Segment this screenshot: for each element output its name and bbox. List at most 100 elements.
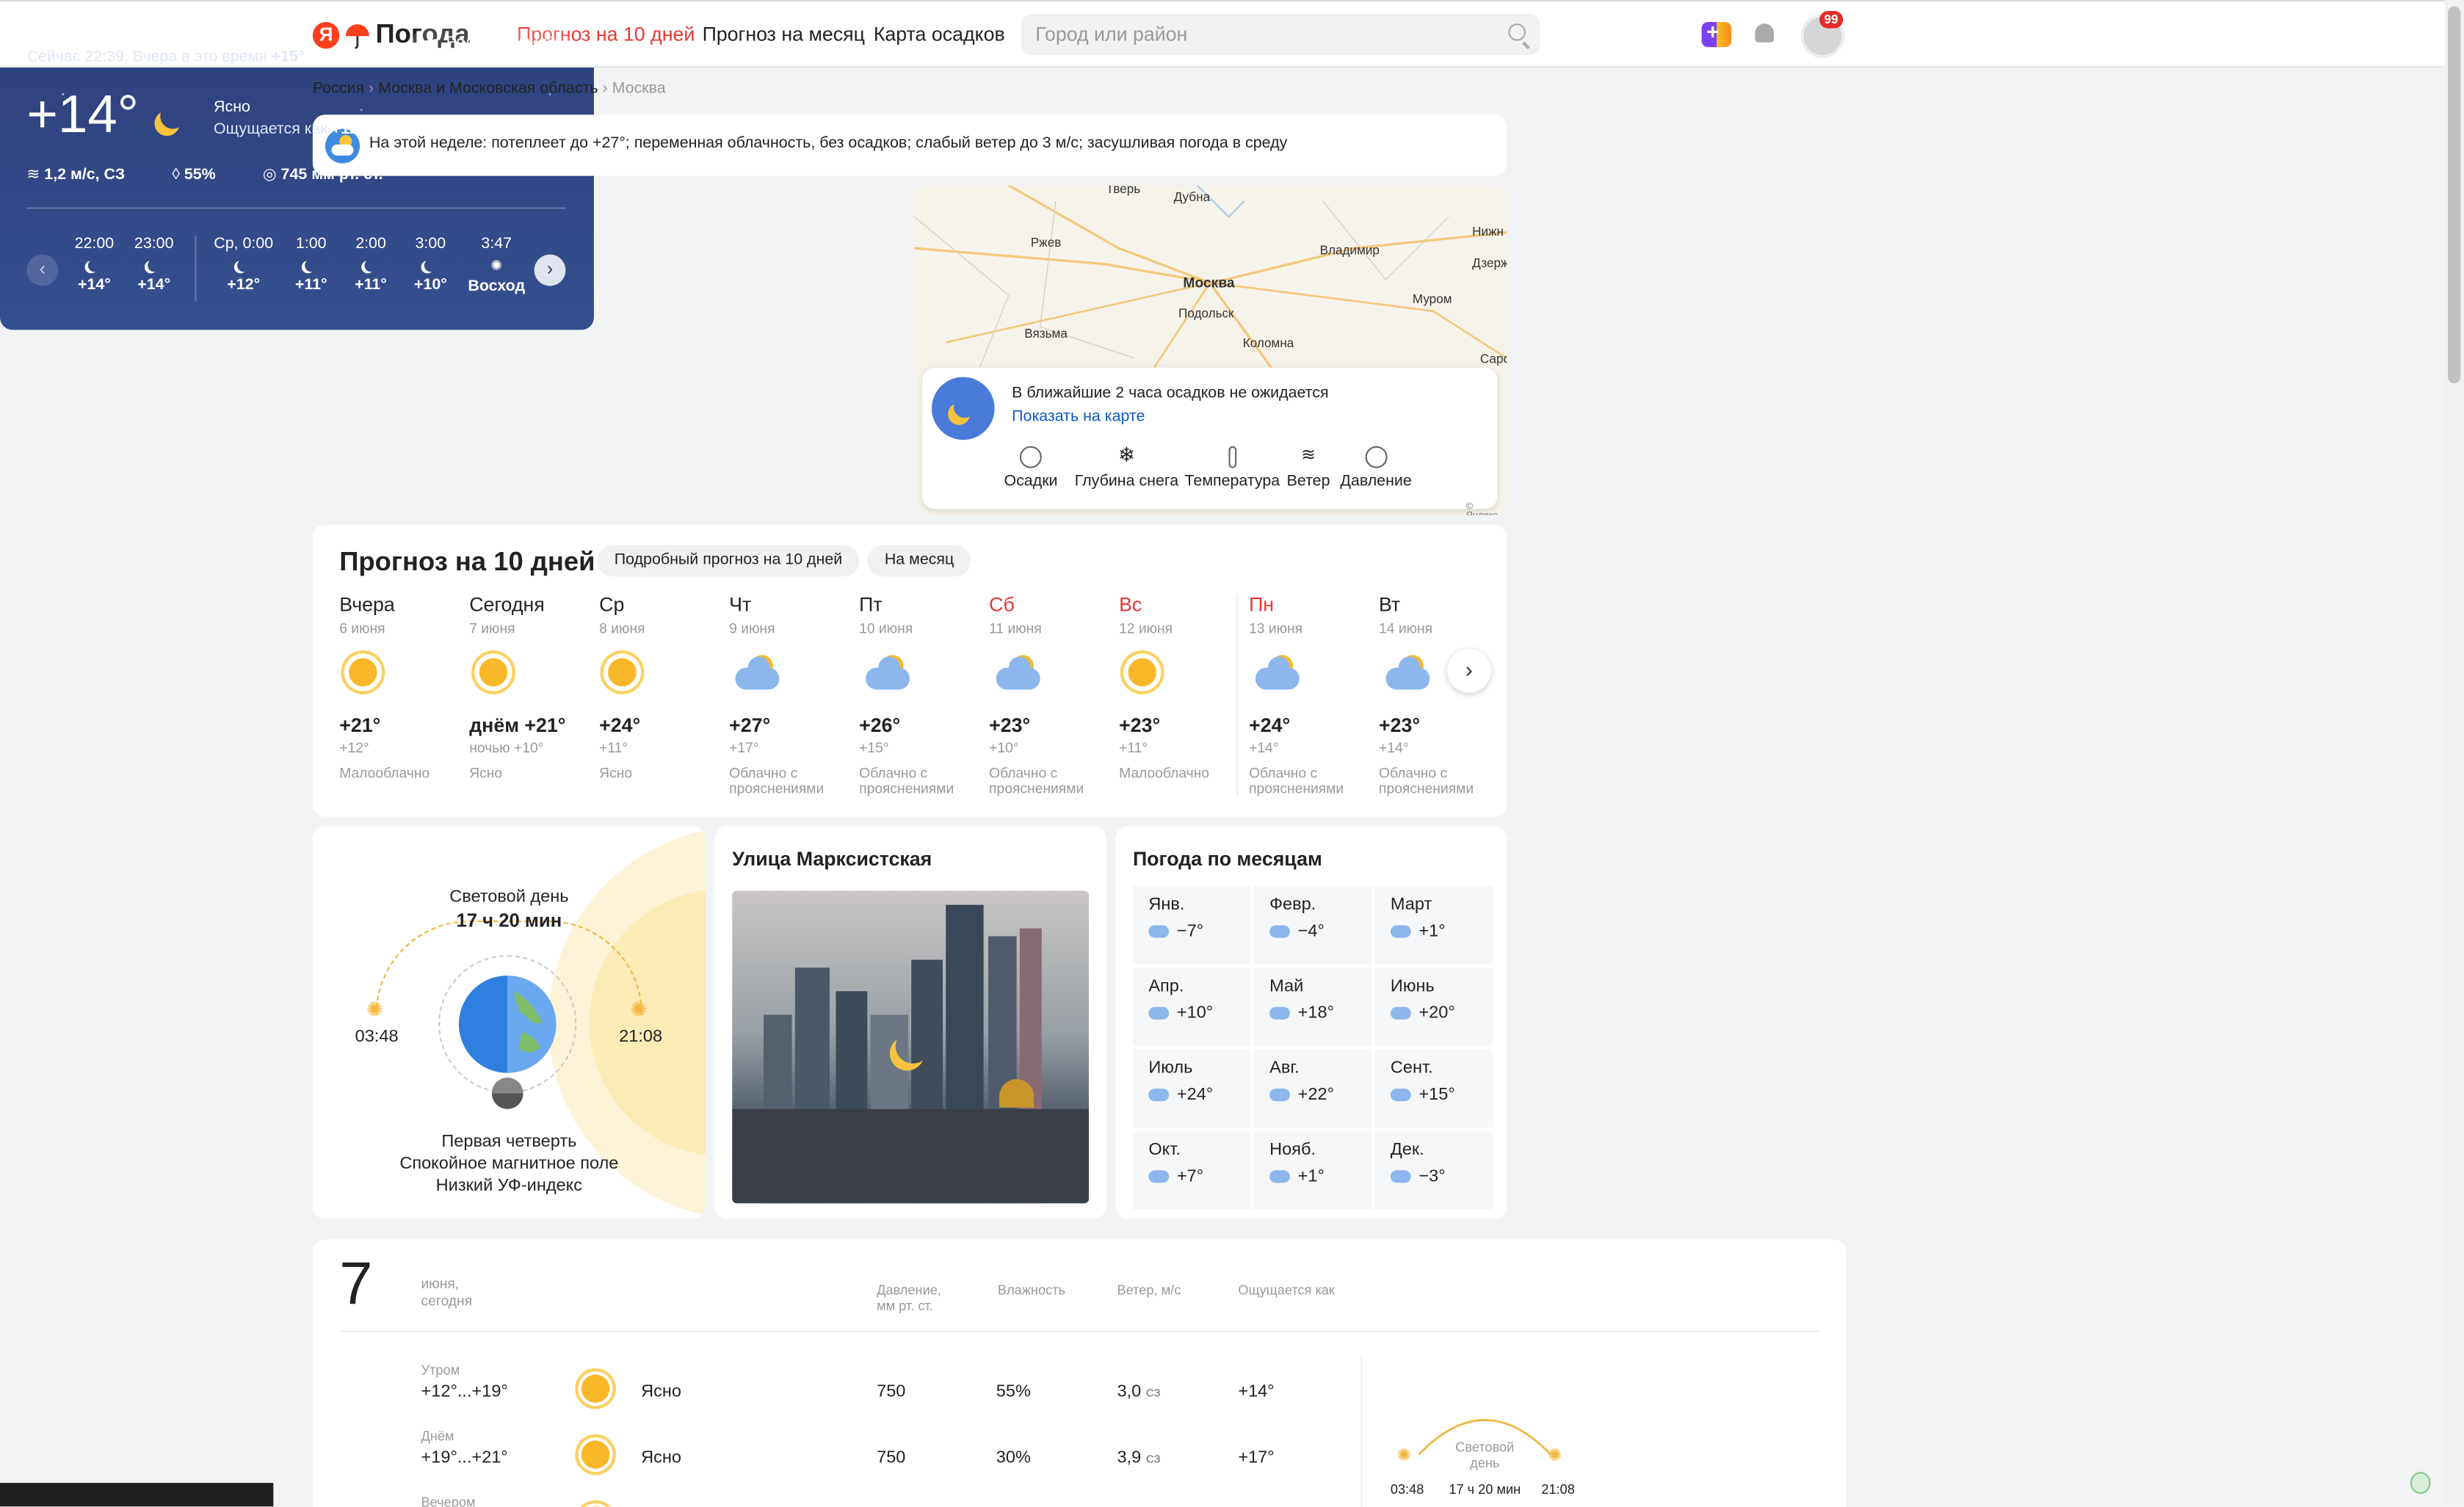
day-name: Пт [859,593,883,616]
forecast-day[interactable]: Вчера 6 июня +21° +12° Малооблачно [339,594,465,781]
now-subtitle: Сейчас 22:39. Вчера в это время +15° [26,48,304,66]
near-me-button[interactable]: Рядом со мной [411,28,570,59]
nav-month[interactable]: Прогноз на месяц [703,23,865,46]
detailed-forecast-button[interactable]: Подробный прогноз на 10 дней [597,545,860,577]
sun-icon [1119,652,1244,705]
layer-label: Осадки [1004,473,1058,490]
hours-prev-button[interactable]: ‹ [26,254,59,286]
day-temp-low: +11° [1119,739,1148,756]
uv-index: Низкий УФ-индекс [435,1176,583,1196]
pressure-value: 745 мм рт. ст. [280,166,383,184]
day-part-row: Вечером [421,1494,1364,1507]
forecast-day[interactable]: Чт 9 июня +27° +17° Облачно с прояснениями [729,594,855,796]
forecast-day[interactable]: Пн 13 июня +24° +14° Облачно с прояснениями [1249,594,1374,796]
shield-icon[interactable] [2410,1472,2431,1495]
month-cell[interactable]: Янв. −7° [1132,885,1251,965]
month-cell[interactable]: Авг. +22° [1253,1049,1372,1128]
cloud-icon [1269,1170,1290,1183]
cloud-sun-icon [859,652,985,705]
today-date: июня, сегодня [421,1276,473,1310]
forecast-day[interactable]: Пт 10 июня +26° +15° Облачно с прояснениями [859,594,985,796]
forecast-day[interactable]: Сб 11 июня +23° +10° Облачно с прояснениями [989,594,1115,796]
month-name: Окт. [1148,1140,1181,1160]
search-input[interactable]: Город или район [1021,14,1540,55]
location-title[interactable]: Тверской район, Москва [26,21,264,43]
month-name: Февр. [1269,895,1316,915]
day-temp-low: +11° [599,739,628,756]
layer-temperature[interactable]: Температура [1185,446,1280,490]
sunrise-icon: ✺ [490,257,503,274]
day-name: Чт [729,593,752,616]
search-icon[interactable] [1508,23,1526,41]
day-date: 7 июня [469,620,515,636]
humidity-param: ◊ 55% [172,167,215,184]
cloud-icon [1148,1170,1170,1183]
sun-moon-card: Световой день 17 ч 20 мин ✺ ✺ 03:48 21:0… [312,826,706,1219]
month-cell[interactable]: Июль +24° [1132,1049,1251,1128]
month-cell[interactable]: Нояб. +1° [1253,1130,1372,1210]
day-part-row: Утром +12°...+19° Ясно 750 55% 3,0 СЗ +14° [421,1362,1364,1409]
forecast-title: Прогноз на 10 дней [339,546,595,577]
month-cell[interactable]: Апр. +10° [1132,967,1251,1047]
nowcast-panel: В ближайшие 2 часа осадков не ожидается … [922,367,1498,509]
month-cell[interactable]: Март +1° [1374,885,1493,965]
city-photo[interactable] [732,890,1090,1204]
gauge-icon [1365,446,1388,468]
scrollbar-thumb[interactable] [2448,6,2461,384]
day-part: Вечером [421,1494,476,1507]
street-camera-card[interactable]: Улица Марксистская [714,826,1106,1219]
day-temp-high: +21° [339,714,381,737]
part-condition: Ясно [641,1382,681,1401]
month-name: Июль [1148,1058,1193,1078]
month-cell[interactable]: Май +18° [1253,967,1372,1047]
precip-map[interactable]: Тверь Дубна Ржев Владимир Нижн Дзерж Мос… [914,185,1507,515]
day-temp-high: +24° [599,714,641,737]
scrollbar[interactable] [2444,0,2464,1507]
hour-temp: +14° [137,276,171,294]
col-humidity: Влажность [997,1282,1066,1298]
bell-icon[interactable] [1755,23,1775,43]
cloud-sun-icon [989,652,1115,705]
day-condition: Облачно с прояснениями [989,765,1084,796]
month-cell[interactable]: Февр. −4° [1253,885,1372,965]
hour-item: 3:00 +10° [396,236,465,294]
layer-precip[interactable]: Осадки [1004,446,1058,490]
sunrise-time: 03:48 [1390,1481,1424,1497]
layer-wind[interactable]: ≋ Ветер [1287,446,1330,490]
yandex-plus-icon[interactable] [1701,19,1732,48]
months-title: Погода по месяцам [1132,848,1322,871]
day-separator [195,236,197,302]
month-cell[interactable]: Сент. +15° [1374,1049,1493,1128]
nav-precip-map[interactable]: Карта осадков [874,23,1005,46]
daylight-value: 17 ч 20 мин [1449,1481,1521,1497]
notifications-badge: 99 [1819,10,1844,29]
layer-pressure[interactable]: Давление [1340,446,1412,490]
moon-icon [237,259,250,272]
month-button[interactable]: На месяц [867,545,971,577]
current-temp: +14° [26,84,139,145]
cloud-icon [1269,925,1290,938]
cloud-icon [1148,1006,1170,1020]
month-cell[interactable]: Окт. +7° [1132,1130,1251,1210]
month-cell[interactable]: Дек. −3° [1374,1130,1493,1210]
forecast-day[interactable]: Вт 14 июня +23° +14° Облачно с прояснениями [1379,594,1504,796]
page-root: Я Погода Прогноз на 10 дней Прогноз на м… [0,0,2464,1507]
daylight-value: 17 ч 20 мин [456,909,562,932]
map-city: Тверь [1106,185,1141,197]
forecast-day[interactable]: Ср 8 июня +24° +11° Ясно [599,594,725,781]
month-cell[interactable]: Июнь +20° [1374,967,1493,1047]
day-part: Утром [421,1362,460,1378]
street-title: Улица Марксистская [732,848,932,871]
forecast-next-button[interactable]: › [1446,648,1491,693]
forecast-day[interactable]: Вс 12 июня +23° +11° Малооблачно [1119,594,1244,781]
precip-icon [1019,446,1042,468]
map-city: Дубна [1173,189,1211,205]
layer-snow[interactable]: ❄ Глубина снега [1075,445,1178,490]
forecast-day[interactable]: Сегодня 7 июня днём +21° ночью +10° Ясно [469,594,595,781]
hours-next-button[interactable]: › [534,254,566,286]
show-on-map-link[interactable]: Показать на карте [1012,408,1145,426]
sun-icon [599,652,725,705]
hour-item: Ср, 0:00 +12° [209,236,278,294]
day-temp-high: +23° [1379,714,1421,737]
sun-icon [469,652,595,705]
